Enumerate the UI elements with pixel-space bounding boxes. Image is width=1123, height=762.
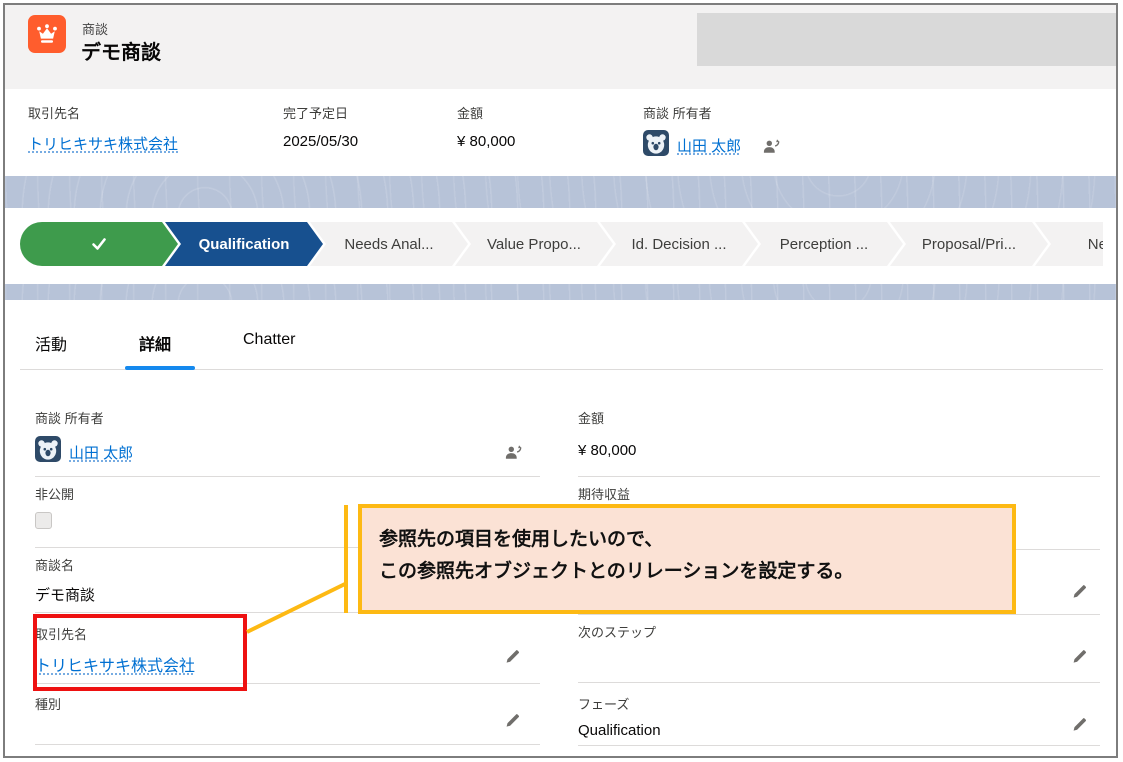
edit-pencil-icon[interactable] — [1072, 583, 1088, 599]
edit-pencil-icon[interactable] — [505, 648, 521, 664]
field-divider — [35, 744, 540, 745]
path-stage-id-decision[interactable]: Id. Decision ... — [600, 222, 758, 266]
path-stage-completed[interactable] — [20, 222, 178, 266]
field-label-next-step: 次のステップ — [578, 622, 656, 641]
annotation-text-line1: 参照先の項目を使用したいので、 — [379, 524, 1012, 556]
path-stage-value-proposition[interactable]: Value Propo... — [455, 222, 613, 266]
field-divider — [578, 476, 1100, 477]
field-label-type: 種別 — [35, 694, 61, 713]
page-background-band — [5, 176, 1116, 208]
tab-chatter[interactable]: Chatter — [243, 331, 295, 349]
account-field-highlight-box — [33, 614, 247, 691]
field-divider — [578, 682, 1100, 683]
field-label-owner: 商談 所有者 — [35, 408, 104, 427]
field-opportunity-name: デモ商談 — [35, 584, 95, 605]
check-icon — [90, 235, 108, 253]
field-label-stage: フェーズ — [578, 694, 629, 713]
field-label-amount: 金額 — [578, 408, 604, 427]
field-divider — [35, 476, 540, 477]
edit-pencil-icon[interactable] — [1072, 648, 1088, 664]
path-stage-qualification[interactable]: Qualification — [165, 222, 323, 266]
active-tab-underline — [125, 366, 195, 370]
page-background-band — [5, 284, 1116, 300]
highlight-label-amount: 金額 — [457, 103, 483, 122]
highlight-account-link[interactable]: トリヒキサキ株式会社 — [28, 133, 178, 154]
tab-details[interactable]: 詳細 — [139, 331, 171, 355]
field-divider — [578, 745, 1100, 746]
field-label-expected-revenue: 期待収益 — [578, 484, 630, 503]
highlight-label-close-date: 完了予定日 — [283, 103, 348, 122]
highlight-label-account: 取引先名 — [28, 103, 80, 122]
owner-avatar — [35, 436, 61, 462]
path-stage-needs-analysis[interactable]: Needs Anal... — [310, 222, 468, 266]
highlight-amount: ¥ 80,000 — [457, 133, 515, 150]
highlight-label-owner: 商談 所有者 — [643, 103, 712, 122]
sales-path: Qualification Needs Anal... Value Propo.… — [20, 222, 1103, 266]
edit-pencil-icon[interactable] — [505, 712, 521, 728]
field-label-opportunity-name: 商談名 — [35, 555, 74, 574]
edit-pencil-icon[interactable] — [1072, 716, 1088, 732]
path-stage-proposal-pricing[interactable]: Proposal/Pri... — [890, 222, 1048, 266]
opportunity-crown-icon — [28, 15, 66, 53]
highlight-owner-link[interactable]: 山田 太郎 — [677, 135, 741, 156]
crown-icon — [35, 22, 59, 46]
redacted-action-toolbar — [697, 13, 1117, 66]
annotation-text-line2: この参照先オブジェクトとのリレーションを設定する。 — [379, 556, 1012, 588]
tab-activity[interactable]: 活動 — [35, 331, 67, 355]
change-owner-icon[interactable] — [505, 444, 523, 465]
page-title: デモ商談 — [81, 36, 161, 65]
field-label-private: 非公開 — [35, 484, 74, 503]
path-stage-perception[interactable]: Perception ... — [745, 222, 903, 266]
change-owner-icon[interactable] — [763, 138, 781, 159]
field-owner-link[interactable]: 山田 太郎 — [69, 442, 133, 463]
owner-avatar — [643, 130, 669, 156]
field-stage-value: Qualification — [578, 722, 661, 739]
annotation-callout: 参照先の項目を使用したいので、 この参照先オブジェクトとのリレーションを設定する… — [358, 504, 1016, 614]
field-amount: ¥ 80,000 — [578, 442, 636, 459]
field-divider — [578, 614, 1100, 615]
opportunity-record-page: 商談 デモ商談 取引先名 トリヒキサキ株式会社 完了予定日 2025/05/30… — [0, 0, 1123, 762]
highlight-close-date: 2025/05/30 — [283, 133, 358, 150]
private-checkbox[interactable] — [35, 512, 52, 529]
